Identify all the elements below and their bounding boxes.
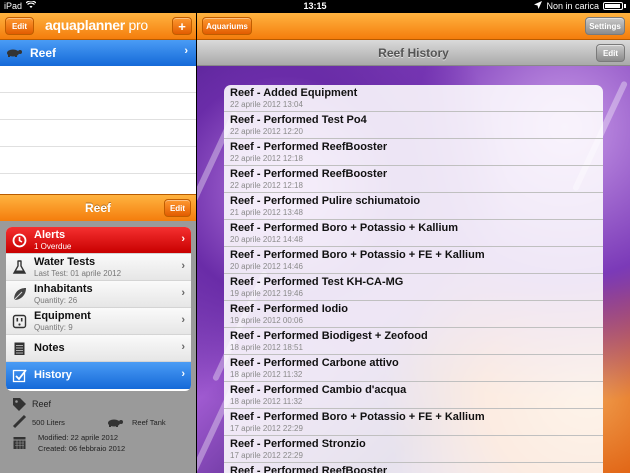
chevron-right-icon: › bbox=[181, 341, 185, 353]
history-entry[interactable]: Reef - Performed Carbone attivo 18 aprile… bbox=[224, 355, 603, 382]
aquarium-menu: Alerts 1 Overdue › Water Tests Last Test… bbox=[6, 227, 191, 391]
history-entry-title: Reef - Performed ReefBooster bbox=[230, 168, 388, 180]
aquarium-name: Reef bbox=[30, 46, 57, 60]
tag-icon bbox=[12, 397, 27, 415]
left-toolbar: Edit aquaplanner pro + bbox=[0, 13, 196, 40]
history-entry-date: 18 aprile 2012 11:32 bbox=[230, 397, 303, 406]
detail-panel-header: Reef Edit bbox=[0, 194, 196, 221]
chevron-right-icon: › bbox=[181, 260, 185, 272]
history-entry-title: Reef - Performed Biodigest + Zeofood bbox=[230, 330, 428, 342]
history-entry[interactable]: Reef - Performed Boro + Potassio + FE + … bbox=[224, 409, 603, 436]
history-entry-date: 22 aprile 2012 13:04 bbox=[230, 100, 303, 109]
history-entry-date: 20 aprile 2012 14:48 bbox=[230, 235, 303, 244]
add-aquarium-button[interactable]: + bbox=[172, 17, 192, 35]
app-logo: aquaplanner pro bbox=[45, 17, 148, 33]
clock-icon bbox=[11, 232, 28, 249]
calendar-icon bbox=[12, 435, 27, 453]
aquarium-info: Reef 500 Liters Reef Tank Modified: 22 a… bbox=[10, 395, 190, 473]
history-entry[interactable]: Reef - Performed Pulire schiumatoio 21 ap… bbox=[224, 193, 603, 220]
turtle-icon bbox=[107, 415, 123, 430]
history-entry[interactable]: Reef - Performed Boro + Potassio + Kalli… bbox=[224, 220, 603, 247]
history-entry-date: 17 aprile 2012 22:29 bbox=[230, 424, 303, 433]
history-entry[interactable]: Reef - Performed ReefBooster bbox=[224, 463, 603, 473]
history-entry-title: Reef - Performed ReefBooster bbox=[230, 141, 388, 153]
turtle-icon bbox=[6, 46, 22, 60]
history-entry-date: 19 aprile 2012 19:46 bbox=[230, 289, 303, 298]
history-entry[interactable]: Reef - Performed Boro + Potassio + FE + … bbox=[224, 247, 603, 274]
aquariums-button[interactable]: Aquariums bbox=[202, 17, 252, 35]
notepad-icon bbox=[11, 340, 28, 357]
history-list: Reef - Added Equipment 22 aprile 2012 13:… bbox=[224, 85, 603, 473]
right-toolbar: Aquariums Settings bbox=[197, 13, 630, 40]
chevron-right-icon: › bbox=[181, 368, 185, 380]
plug-icon bbox=[11, 313, 28, 330]
history-header: Reef History Edit bbox=[197, 40, 630, 66]
history-entry-title: Reef - Performed Stronzio bbox=[230, 438, 366, 450]
history-entry-title: Reef - Performed Carbone attivo bbox=[230, 357, 399, 369]
flask-icon bbox=[11, 259, 28, 276]
history-entry-title: Reef - Performed Iodio bbox=[230, 303, 348, 315]
aquarium-created: Created: 06 febbraio 2012 bbox=[38, 444, 126, 453]
edit-aquariums-button[interactable]: Edit bbox=[5, 17, 34, 35]
history-entry-date: 22 aprile 2012 12:18 bbox=[230, 154, 303, 163]
menu-item-notes[interactable]: Notes › bbox=[6, 335, 191, 362]
aquarium-volume: 500 Liters bbox=[32, 418, 65, 427]
leaf-icon bbox=[11, 286, 28, 303]
menu-item-equipment[interactable]: Equipment Quantity: 9 › bbox=[6, 308, 191, 335]
aquarium-tank-type: Reef Tank bbox=[132, 418, 166, 427]
history-entry-title: Reef - Performed Test Po4 bbox=[230, 114, 367, 126]
history-entry[interactable]: Reef - Performed ReefBooster 22 aprile 20… bbox=[224, 139, 603, 166]
history-entry[interactable]: Reef - Performed Biodigest + Zeofood 18 a… bbox=[224, 328, 603, 355]
history-entry-title: Reef - Performed Boro + Potassio + FE + … bbox=[230, 249, 485, 261]
status-bar: iPad 13:15 Non in carica bbox=[0, 0, 630, 13]
menu-item-alerts[interactable]: Alerts 1 Overdue › bbox=[6, 227, 191, 254]
history-entry-title: Reef - Performed Pulire schiumatoio bbox=[230, 195, 421, 207]
history-entry-title: Reef - Performed Boro + Potassio + FE + … bbox=[230, 411, 485, 423]
history-entry-date: 22 aprile 2012 12:20 bbox=[230, 127, 303, 136]
history-entry[interactable]: Reef - Performed Cambio d'acqua 18 aprile… bbox=[224, 382, 603, 409]
chevron-right-icon: › bbox=[184, 45, 188, 57]
history-entry-date: 20 aprile 2012 14:46 bbox=[230, 262, 303, 271]
history-entry-title: Reef - Performed Cambio d'acqua bbox=[230, 384, 407, 396]
chevron-right-icon: › bbox=[181, 287, 185, 299]
menu-item-inhabitants[interactable]: Inhabitants Quantity: 26 › bbox=[6, 281, 191, 308]
aquarium-list bbox=[0, 66, 196, 194]
ruler-icon bbox=[12, 414, 27, 432]
battery-icon bbox=[603, 2, 623, 10]
history-entry-title: Reef - Performed Boro + Potassio + Kalli… bbox=[230, 222, 459, 234]
aquarium-modified: Modified: 22 aprile 2012 bbox=[38, 433, 119, 442]
history-entry[interactable]: Reef - Performed Iodio 19 aprile 2012 00:… bbox=[224, 301, 603, 328]
aquarium-item-reef[interactable]: Reef › bbox=[0, 40, 196, 66]
history-entry[interactable]: Reef - Added Equipment 22 aprile 2012 13:… bbox=[224, 85, 603, 112]
location-icon bbox=[534, 1, 543, 11]
settings-button[interactable]: Settings bbox=[585, 17, 625, 35]
history-entry[interactable]: Reef - Performed Test Po4 22 aprile 2012 … bbox=[224, 112, 603, 139]
history-entry-date: 17 aprile 2012 22:29 bbox=[230, 451, 303, 460]
history-entry-title: Reef - Added Equipment bbox=[230, 87, 358, 99]
history-entry-date: 18 aprile 2012 18:51 bbox=[230, 343, 303, 352]
history-entry-date: 18 aprile 2012 11:32 bbox=[230, 370, 303, 379]
edit-aquarium-button[interactable]: Edit bbox=[164, 199, 191, 217]
history-entry-date: 22 aprile 2012 12:18 bbox=[230, 181, 303, 190]
aquarium-info-name: Reef bbox=[32, 399, 52, 409]
detail-panel: Alerts 1 Overdue › Water Tests Last Test… bbox=[0, 221, 196, 473]
edit-history-button[interactable]: Edit bbox=[596, 44, 625, 62]
history-entry[interactable]: Reef - Performed Stronzio 17 aprile 2012 … bbox=[224, 436, 603, 463]
history-entry-date: 19 aprile 2012 00:06 bbox=[230, 316, 303, 325]
menu-item-history[interactable]: History › bbox=[6, 362, 191, 389]
history-entry-title: Reef - Performed Test KH-CA-MG bbox=[230, 276, 404, 288]
history-entry[interactable]: Reef - Performed ReefBooster 22 aprile 20… bbox=[224, 166, 603, 193]
chevron-right-icon: › bbox=[181, 314, 185, 326]
history-title: Reef History bbox=[378, 46, 449, 60]
charging-status: Non in carica bbox=[546, 1, 599, 11]
checkbox-icon bbox=[11, 367, 28, 384]
history-entry-title: Reef - Performed ReefBooster bbox=[230, 465, 388, 473]
history-entry-date: 21 aprile 2012 13:48 bbox=[230, 208, 303, 217]
history-entry[interactable]: Reef - Performed Test KH-CA-MG 19 aprile … bbox=[224, 274, 603, 301]
chevron-right-icon: › bbox=[181, 233, 185, 245]
menu-item-water-tests[interactable]: Water Tests Last Test: 01 aprile 2012 › bbox=[6, 254, 191, 281]
